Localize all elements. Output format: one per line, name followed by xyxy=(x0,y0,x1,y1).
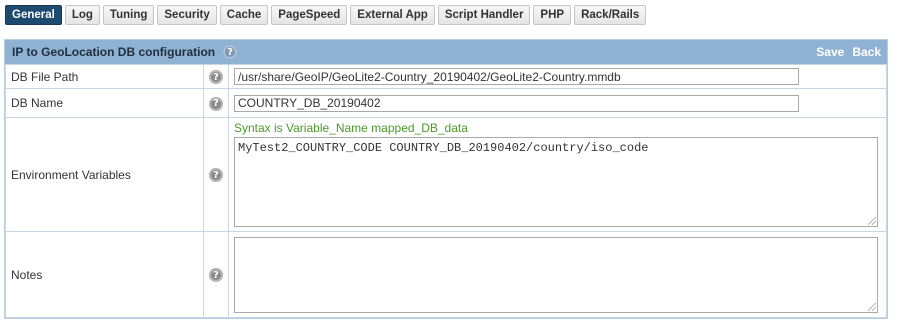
back-button[interactable]: Back xyxy=(852,45,881,59)
tab-cache[interactable]: Cache xyxy=(219,5,269,25)
notes-label: Notes xyxy=(5,231,204,318)
tab-tuning[interactable]: Tuning xyxy=(102,5,155,25)
header-actions: Save Back xyxy=(816,45,881,59)
environment-variables-textarea[interactable]: MyTest2_COUNTRY_CODE COUNTRY_DB_20190402… xyxy=(234,137,878,227)
row-environment-variables: Environment Variables ? Syntax is Variab… xyxy=(5,117,887,232)
environment-variables-label: Environment Variables xyxy=(5,117,204,232)
tab-pagespeed[interactable]: PageSpeed xyxy=(271,5,348,25)
question-icon[interactable]: ? xyxy=(209,70,223,85)
notes-textarea[interactable] xyxy=(234,236,878,313)
question-icon[interactable]: ? xyxy=(223,45,238,59)
row-db-name: DB Name ? xyxy=(5,88,887,118)
db-name-input[interactable] xyxy=(234,94,799,112)
db-file-path-label: DB File Path xyxy=(5,64,204,89)
tab-security[interactable]: Security xyxy=(157,5,217,25)
tab-bar: General Log Tuning Security Cache PageSp… xyxy=(5,5,647,25)
tab-external-app[interactable]: External App xyxy=(350,5,435,25)
save-button[interactable]: Save xyxy=(816,45,844,59)
resize-grip-icon[interactable] xyxy=(868,302,876,311)
row-db-file-path: DB File Path ? xyxy=(5,64,887,89)
question-icon[interactable]: ? xyxy=(209,96,223,111)
question-icon[interactable]: ? xyxy=(209,168,223,183)
syntax-hint: Syntax is Variable_Name mapped_DB_data xyxy=(234,121,468,135)
geolocation-config-panel: IP to GeoLocation DB configuration ? Sav… xyxy=(4,39,888,319)
tab-general[interactable]: General xyxy=(5,5,62,25)
tab-php[interactable]: PHP xyxy=(533,5,572,25)
panel-title: IP to GeoLocation DB configuration xyxy=(12,45,216,59)
tab-script-handler[interactable]: Script Handler xyxy=(437,5,531,25)
tab-log[interactable]: Log xyxy=(64,5,100,25)
resize-grip-icon[interactable] xyxy=(868,217,876,225)
db-file-path-input[interactable] xyxy=(234,68,799,85)
question-icon[interactable]: ? xyxy=(209,268,223,283)
db-name-label: DB Name xyxy=(5,88,204,118)
row-notes: Notes ? xyxy=(5,231,887,318)
tab-rack-rails[interactable]: Rack/Rails xyxy=(574,5,647,25)
panel-header: IP to GeoLocation DB configuration ? Sav… xyxy=(5,40,887,64)
config-form: DB File Path ? DB Name ? Environment Var… xyxy=(5,64,887,318)
